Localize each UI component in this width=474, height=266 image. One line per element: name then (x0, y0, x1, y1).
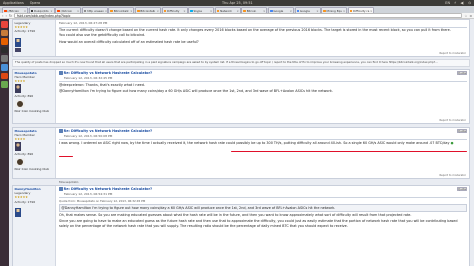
author-badge: Noir Coin Cooking Club (14, 167, 50, 172)
post-text-line: I was wrong. I ordered an ASIC right now… (59, 140, 451, 145)
tab-favicon-icon (216, 9, 220, 13)
avatar (14, 158, 25, 167)
tab-favicon-icon (190, 9, 193, 13)
message-icon (59, 129, 63, 133)
smiley-icon: ● (450, 140, 454, 145)
post-author-column: Mousepotato Hero Member ★★★★ Activity: 8… (13, 70, 56, 123)
avatar (14, 141, 21, 151)
system-tray: EN ⚡ ◀) ⏻ (445, 1, 471, 5)
report-link[interactable]: Report to moderator (439, 174, 466, 177)
quote-button[interactable]: Quote (457, 129, 467, 133)
avatar (14, 207, 21, 217)
forum-post: Legendary ★★★★★ Activity: 1796 February … (12, 19, 470, 57)
browser-tab-strip: r/Bitcoin × Dukqo/bto × r/bitcoin × http unsee… (0, 6, 474, 13)
post-title[interactable]: Re: Difficulty vs Network Hashrate Calcu… (64, 187, 153, 191)
quote-block: @DannyHamilton I'm trying to figure out … (59, 203, 467, 212)
avatar (14, 37, 21, 47)
post-text: Oh, that makes sense. So you are making … (59, 212, 412, 217)
post-text: I was wrong. I ordered an ASIC right now… (59, 141, 467, 146)
power-icon[interactable]: ⏻ (468, 1, 471, 5)
tab-favicon-icon (323, 9, 326, 13)
signature-label: Mousepotato (59, 180, 79, 184)
avatar (14, 83, 21, 93)
tab-favicon-icon (136, 9, 140, 13)
post-author-column: DannyHamilton Legendary ★★★★★ Activity: … (13, 186, 56, 266)
post-date: February 12, 2013, 06:50:08 PM (64, 133, 113, 138)
post-date: February 12, 2013, 06:27:28 PM (59, 21, 108, 25)
tab-favicon-icon (83, 9, 87, 13)
reload-icon[interactable]: ↻ (9, 14, 12, 18)
annotation-underline (231, 150, 467, 152)
quote-button[interactable]: Quote (457, 187, 467, 191)
forum-post: Mousepotato Hero Member ★★★★ Activity: 8… (12, 127, 470, 179)
message-icon (59, 187, 63, 191)
tab-favicon-icon (269, 9, 273, 13)
star-icon[interactable]: ☆ (464, 14, 467, 18)
launcher-files-icon[interactable] (1, 29, 8, 37)
author-badge: Noir Coin Cooking Club (14, 109, 50, 114)
author-activity: Activity: 896 (14, 93, 34, 98)
quote-header[interactable]: Quote from: Mousepotato on February 12, … (59, 199, 467, 204)
post-body: Re: Difficulty vs Network Hashrate Calcu… (59, 70, 467, 94)
forum-page: Legendary ★★★★★ Activity: 1796 February … (9, 19, 474, 266)
notice-banner: The quality of posts has dropped so much… (12, 59, 470, 67)
quote-text: @DannyHamilton I'm trying to figure out … (61, 205, 336, 210)
post-body: Re: Difficulty vs Network Hashrate Calcu… (59, 128, 467, 145)
app-menu[interactable]: Opera (30, 1, 40, 5)
launcher-store-icon[interactable] (1, 72, 8, 80)
post-author-column: Mousepotato Hero Member ★★★★ Activity: 8… (13, 128, 56, 178)
forward-icon[interactable]: › (5, 14, 6, 18)
launcher-firefox-icon[interactable] (1, 38, 8, 45)
post-date: February 12, 2013, 06:54:31 PM (64, 191, 113, 196)
post-text: @deepceleron: Thanks, that's exactly wha… (59, 82, 145, 87)
menu-icon[interactable]: ≡ (469, 14, 472, 18)
author-activity: Activity: 1796 (14, 199, 36, 204)
annotation-underline (59, 155, 73, 157)
back-icon[interactable]: ‹ (2, 14, 3, 18)
tab-favicon-icon (163, 9, 167, 13)
post-author-column: Legendary ★★★★★ Activity: 1796 (13, 20, 56, 56)
launcher-text-icon[interactable] (1, 63, 8, 71)
avatar (14, 100, 25, 109)
address-text: fsbt.com/abb.org/index.php?topic (16, 13, 71, 18)
address-bar[interactable]: fsbt.com/abb.org/index.php?topic (13, 13, 463, 18)
post-date: February 12, 2013, 06:32:45 PM (64, 75, 113, 80)
post-text: The current difficulty doesn't change ba… (59, 27, 451, 32)
post-title[interactable]: Re: Difficulty vs Network Hashrate Calcu… (64, 71, 153, 75)
launcher-settings-icon[interactable] (1, 55, 8, 62)
tab-favicon-icon (30, 9, 34, 13)
post-body: Re: Difficulty vs Network Hashrate Calcu… (59, 186, 467, 228)
keyboard-layout-indicator[interactable]: EN (445, 1, 450, 5)
launcher-mail-icon[interactable] (1, 81, 8, 88)
tab-favicon-icon (4, 9, 7, 13)
battery-icon[interactable]: ⚡ (454, 1, 456, 5)
post-text: You could also use the getdifficulty cal… (59, 32, 146, 37)
app-launcher (0, 19, 9, 266)
message-icon (59, 71, 63, 75)
post-title[interactable]: Re: Difficulty vs Network Hashrate Calcu… (64, 129, 153, 133)
post-text: Since you are going to have to make an e… (59, 219, 458, 228)
tab-favicon-icon (349, 9, 353, 13)
post-body: February 12, 2013, 06:27:28 PM The curre… (59, 20, 467, 45)
launcher-chrome-icon[interactable] (1, 21, 8, 28)
tab-favicon-icon (243, 9, 246, 13)
badge-icon (14, 47, 21, 52)
post-text: How would an overall difficulty calculat… (59, 40, 199, 45)
author-activity: Activity: 1796 (14, 29, 36, 34)
activities-menu[interactable]: Applications (3, 1, 24, 5)
volume-icon[interactable]: ◀) (460, 1, 464, 5)
launcher-terminal-icon[interactable] (1, 46, 8, 54)
forum-post: Mousepotato Hero Member ★★★★ Activity: 8… (12, 69, 470, 124)
system-clock[interactable]: Thu Apr 25, 09:51 (222, 1, 253, 5)
tab-favicon-icon (296, 9, 300, 13)
report-link[interactable]: Report to moderator (439, 119, 466, 122)
forum-post: DannyHamilton Legendary ★★★★★ Activity: … (12, 185, 470, 266)
author-activity: Activity: 896 (14, 151, 34, 156)
report-link[interactable]: Report to moderator (439, 52, 466, 55)
tab-favicon-icon (57, 9, 60, 13)
post-text: @DannyHamilton I'm trying to figure out … (59, 89, 333, 94)
quote-button[interactable]: Quote (457, 71, 467, 75)
tab-favicon-icon (110, 9, 113, 13)
